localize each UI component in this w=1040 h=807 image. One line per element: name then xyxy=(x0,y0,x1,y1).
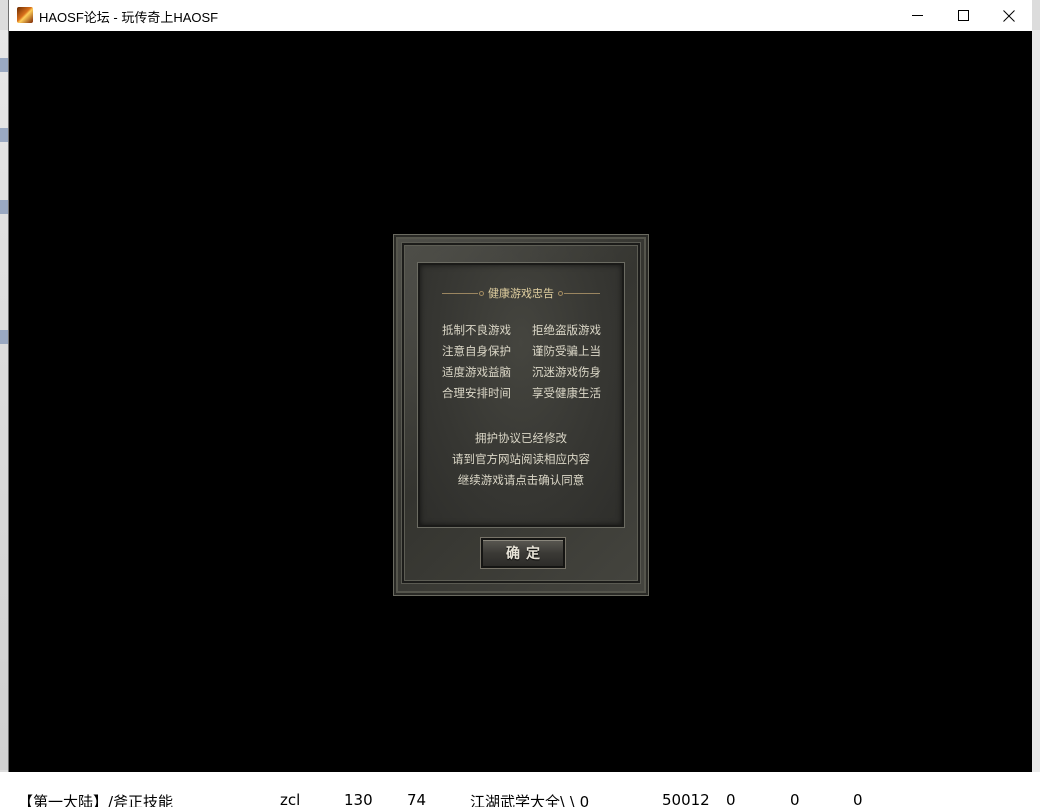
health-advisory-dialog: 健康游戏忠告 抵制不良游戏 拒绝盗版游戏 注意自身保护 谨防受骗上当 适度游戏益… xyxy=(393,234,649,596)
notice-line: 继续游戏请点击确认同意 xyxy=(457,473,585,487)
window-title: HAOSF论坛 - 玩传奇上HAOSF xyxy=(39,10,219,25)
background-cell: 江湖武学大全\ \ 0 xyxy=(470,793,590,807)
ornament-right-icon xyxy=(558,290,600,296)
background-right-strip xyxy=(1032,30,1040,772)
minimize-button[interactable] xyxy=(894,0,940,31)
advisory-title-row: 健康游戏忠告 xyxy=(420,285,622,301)
background-cell: 50012 xyxy=(662,791,710,807)
close-icon xyxy=(1003,9,1015,22)
slogan-item: 拒绝盗版游戏 xyxy=(532,323,601,337)
notice-list: 拥护协议已经修改 请到官方网站阅读相应内容 继续游戏请点击确认同意 xyxy=(420,431,622,488)
slogan-item: 适度游戏益脑 xyxy=(442,365,511,379)
notice-line: 请到官方网站阅读相应内容 xyxy=(452,452,590,466)
background-cell: 0 xyxy=(853,791,863,807)
background-cell: 130 xyxy=(344,791,373,807)
slogan-grid: 抵制不良游戏 拒绝盗版游戏 注意自身保护 谨防受骗上当 适度游戏益脑 沉迷游戏伤… xyxy=(442,323,612,401)
ornament-left-icon xyxy=(442,290,484,296)
game-window: HAOSF论坛 - 玩传奇上HAOSF 健康游戏忠告 抵制不良游戏 拒绝盗版游戏 xyxy=(8,0,1032,772)
slogan-item: 享受健康生活 xyxy=(532,386,601,400)
background-cell: 【第一大陆】/斧正技能 xyxy=(18,793,174,807)
advisory-title: 健康游戏忠告 xyxy=(488,287,554,300)
maximize-icon xyxy=(957,10,969,21)
maximize-button[interactable] xyxy=(940,0,986,31)
notice-line: 拥护协议已经修改 xyxy=(475,431,567,445)
app-icon xyxy=(17,7,33,23)
close-button[interactable] xyxy=(986,0,1032,31)
title-bar[interactable]: HAOSF论坛 - 玩传奇上HAOSF xyxy=(9,0,1032,31)
background-table-row: 【第一大陆】/斧正技能 zcl 130 74 江湖武学大全\ \ 0 50012… xyxy=(0,772,1040,807)
background-cell: 0 xyxy=(790,791,800,807)
slogan-item: 合理安排时间 xyxy=(442,386,511,400)
slogan-item: 注意自身保护 xyxy=(442,344,511,358)
background-cell: 0 xyxy=(726,791,736,807)
minimize-icon xyxy=(911,15,923,16)
slogan-item: 抵制不良游戏 xyxy=(442,323,511,337)
game-canvas[interactable]: 健康游戏忠告 抵制不良游戏 拒绝盗版游戏 注意自身保护 谨防受骗上当 适度游戏益… xyxy=(9,31,1032,772)
background-cell: zcl xyxy=(280,791,301,807)
background-cell: 74 xyxy=(407,791,427,807)
slogan-item: 沉迷游戏伤身 xyxy=(532,365,601,379)
advisory-panel: 健康游戏忠告 抵制不良游戏 拒绝盗版游戏 注意自身保护 谨防受骗上当 适度游戏益… xyxy=(418,263,624,527)
confirm-button[interactable]: 确定 xyxy=(481,538,565,568)
slogan-item: 谨防受骗上当 xyxy=(532,344,601,358)
background-left-strip xyxy=(0,30,8,770)
